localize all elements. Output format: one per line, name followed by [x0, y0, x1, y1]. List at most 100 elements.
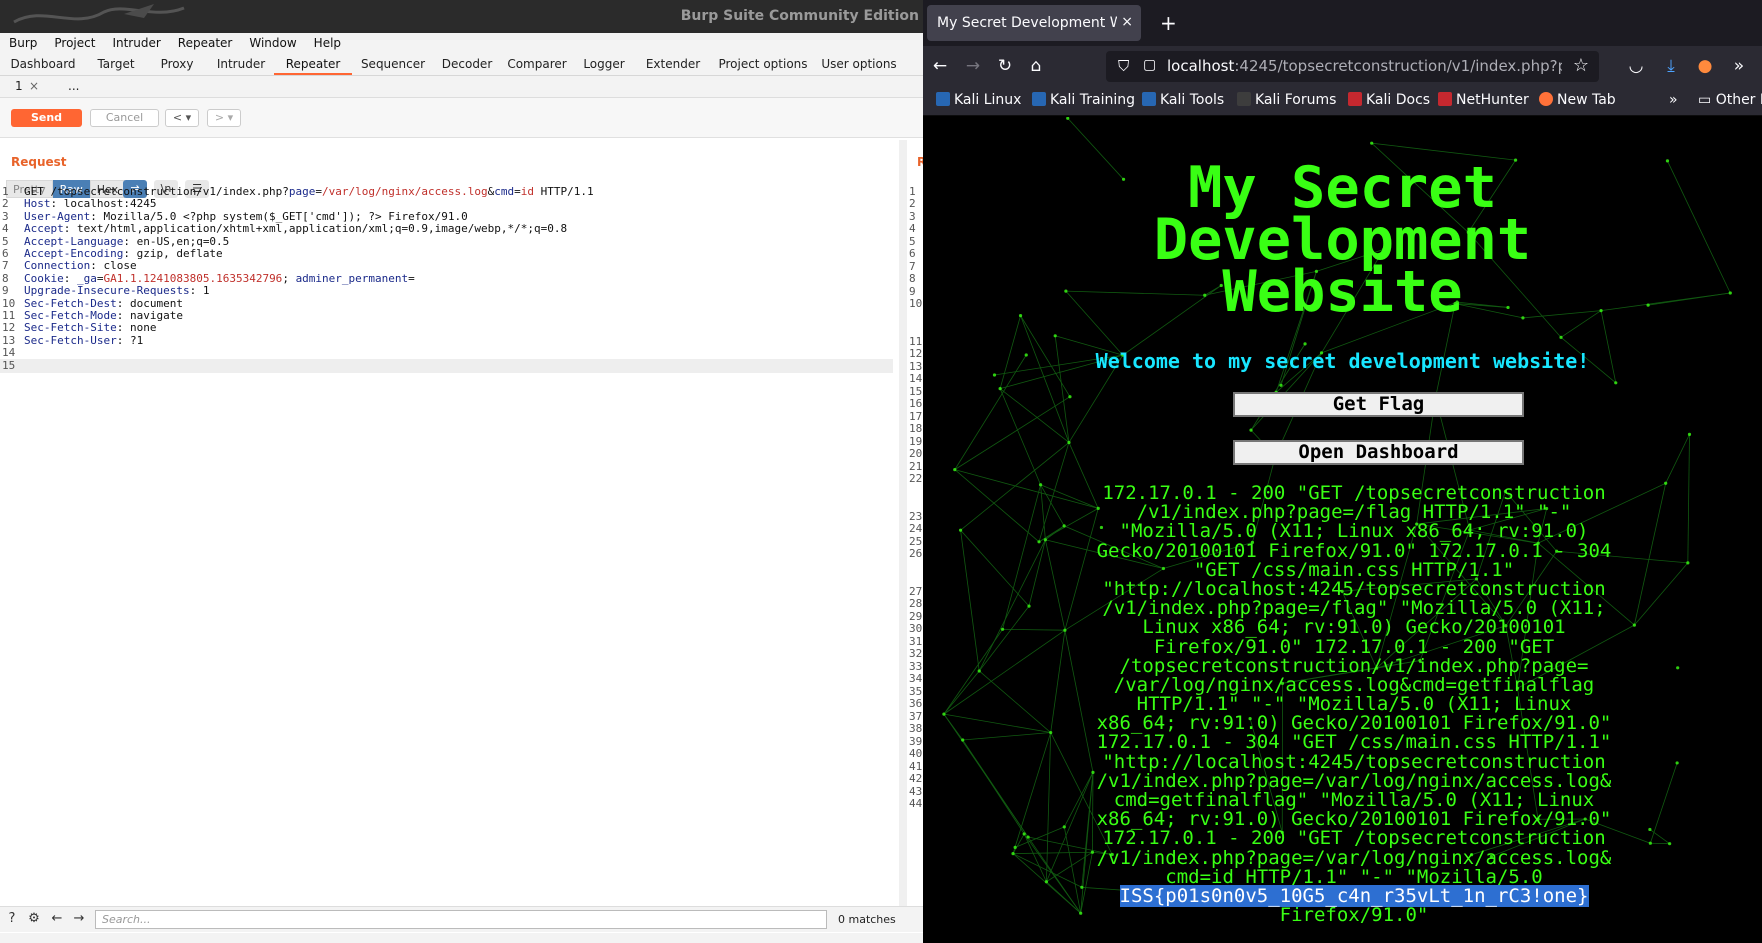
tab-dashboard[interactable]: Dashboard [0, 53, 86, 75]
close-icon[interactable]: × [1121, 14, 1133, 30]
gear-icon[interactable]: ⚙ [25, 910, 43, 928]
home-icon[interactable]: ⌂ [1026, 56, 1046, 76]
arrow-left-icon[interactable]: ← [48, 910, 66, 928]
response-line-number: 32 [909, 647, 923, 660]
tab-comparer[interactable]: Comparer [500, 53, 574, 75]
kali-dragon-logo [13, 4, 185, 24]
close-tab-icon[interactable]: × [29, 79, 39, 93]
menu-intruder[interactable]: Intruder [112, 36, 160, 50]
response-line-number: 34 [909, 672, 923, 685]
response-line-number: 40 [909, 747, 923, 760]
burp-window-title: Burp Suite Community Edition [680, 8, 919, 24]
bookmark-kali-training[interactable]: Kali Training [1032, 92, 1135, 108]
repeater-tab-more[interactable]: ... [68, 79, 79, 93]
bookmark-new-tab[interactable]: New Tab [1539, 92, 1616, 108]
response-line-number: 42 [909, 772, 923, 785]
history-forward-button[interactable]: > ▾ [207, 109, 241, 127]
request-heading: Request [11, 155, 67, 169]
chevron-down-icon: ▾ [185, 111, 192, 124]
tab-proxy[interactable]: Proxy [146, 53, 208, 75]
response-line-number: 24 [909, 522, 923, 535]
bookmark-kali-forums[interactable]: Kali Forums [1237, 92, 1336, 108]
reload-icon[interactable]: ↻ [995, 56, 1015, 76]
log-line: Gecko/20100101 Firefox/91.0" 172.17.0.1 … [1096, 539, 1612, 562]
access-log-output: 172.17.0.1 - 200 "GET /topsecretconstruc… [996, 483, 1712, 927]
chevron-down-icon: ▾ [227, 111, 234, 124]
tab-decoder[interactable]: Decoder [434, 53, 500, 75]
response-line-number: 30 [909, 622, 923, 635]
arrow-right-icon[interactable]: → [70, 910, 88, 928]
request-line[interactable]: 15 [0, 358, 893, 373]
response-line-number: 22 [909, 472, 923, 485]
menu-burp[interactable]: Burp [9, 36, 37, 50]
bookmark-nethunter[interactable]: NetHunter [1438, 92, 1529, 108]
tab-repeater[interactable]: Repeater [274, 53, 352, 75]
status-strip [0, 933, 923, 943]
bookmark-star-icon[interactable]: ☆ [1573, 55, 1589, 76]
bookmark-kali-linux[interactable]: Kali Linux [936, 92, 1021, 108]
cancel-button[interactable]: Cancel [90, 109, 159, 127]
kali-icon [1142, 92, 1156, 106]
response-line-number: 38 [909, 722, 923, 735]
log-line: "http://localhost:4245/topsecretconstruc… [1102, 750, 1606, 773]
response-line-number: 44 [909, 797, 923, 810]
extension-icon[interactable]: ● [1695, 56, 1715, 76]
pane-splitter[interactable] [899, 140, 907, 910]
new-tab-button[interactable]: + [1160, 11, 1177, 35]
bookmarks-overflow-icon[interactable]: » [1669, 92, 1678, 108]
log-line: /topsecretconstruction/v1/index.php?page… [1119, 654, 1589, 677]
kali-icon [1438, 92, 1452, 106]
tab-user-options[interactable]: User options [814, 53, 904, 75]
log-line: /v1/index.php?page=/var/log/nginx/access… [1096, 846, 1612, 869]
tab-extender[interactable]: Extender [634, 53, 712, 75]
download-icon[interactable]: ⤓ [1661, 56, 1681, 76]
url-text: localhost:4245/topsecretconstruction/v1/… [1167, 57, 1562, 75]
browser-tab[interactable]: My Secret Development Web × [927, 5, 1141, 41]
tab-sequencer[interactable]: Sequencer [352, 53, 434, 75]
log-line: Linux x86_64; rv:91.0) Gecko/20100101 [1142, 616, 1566, 639]
send-button[interactable]: Send [11, 109, 82, 127]
request-editor[interactable]: 1 GET /topsecretconstruction/v1/index.php… [0, 185, 893, 905]
menu-repeater[interactable]: Repeater [178, 36, 233, 50]
tab-target[interactable]: Target [86, 53, 146, 75]
web-page: My Secret Development Website Welcome to… [923, 117, 1762, 943]
log-line: Firefox/91.0" [1279, 904, 1429, 927]
bookmark-kali-docs[interactable]: Kali Docs [1348, 92, 1430, 108]
burp-title-bar: Burp Suite Community Edition [0, 0, 923, 33]
chevron-right-icon: > [214, 111, 225, 124]
log-line: 172.17.0.1 - 200 "GET /topsecretconstruc… [1102, 827, 1606, 850]
tab-logger[interactable]: Logger [574, 53, 634, 75]
overflow-menu-icon[interactable]: » [1729, 56, 1749, 76]
repeater-tab-1[interactable]: 1 [15, 79, 23, 93]
burp-main-tabs: Dashboard Target Proxy Intruder Repeater… [0, 53, 923, 76]
back-icon[interactable]: ← [930, 56, 950, 76]
page-info-icon[interactable]: ▢ [1143, 57, 1156, 73]
response-line-number: 36 [909, 697, 923, 710]
burp-suite-window: Burp Suite Community Edition Burp Projec… [0, 0, 923, 943]
site-title: My Secret Development Website [1153, 155, 1532, 325]
response-line-number: 6 [909, 247, 916, 260]
match-count: 0 matches [838, 913, 896, 926]
open-dashboard-button[interactable]: Open Dashboard [1233, 440, 1524, 465]
pocket-icon[interactable]: ◡ [1626, 56, 1646, 76]
tab-project-options[interactable]: Project options [712, 53, 814, 75]
shield-icon[interactable]: ⛉ [1118, 57, 1129, 75]
other-bookmarks[interactable]: ▭ Other B [1698, 92, 1762, 108]
menu-window[interactable]: Window [249, 36, 296, 50]
history-back-button[interactable]: < ▾ [165, 109, 199, 127]
burp-menu-bar: Burp Project Intruder Repeater Window He… [0, 33, 923, 53]
menu-project[interactable]: Project [54, 36, 95, 50]
get-flag-button[interactable]: Get Flag [1233, 392, 1524, 417]
kali-docs-icon [1348, 92, 1362, 106]
tab-intruder[interactable]: Intruder [208, 53, 274, 75]
welcome-text: Welcome to my secret development website… [1095, 349, 1590, 373]
url-bar[interactable]: ⛉ ▢ localhost:4245/topsecretconstruction… [1106, 51, 1599, 82]
response-line-number: 18 [909, 422, 923, 435]
search-input[interactable]: Search... [95, 910, 827, 929]
bookmark-kali-tools[interactable]: Kali Tools [1142, 92, 1224, 108]
response-line-number: 8 [909, 272, 916, 285]
help-icon[interactable]: ? [3, 910, 21, 928]
forward-icon[interactable]: → [963, 56, 983, 76]
menu-help[interactable]: Help [314, 36, 341, 50]
response-line-number: 16 [909, 397, 923, 410]
